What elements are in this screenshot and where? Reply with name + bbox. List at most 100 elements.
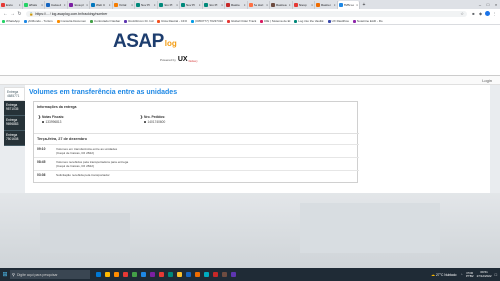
taskbar-app-icon[interactable] xyxy=(94,268,103,281)
taskbar-app-icon[interactable] xyxy=(130,268,139,281)
taskbar-app-icon[interactable] xyxy=(175,268,184,281)
browser-tab[interactable]: Whats × xyxy=(23,1,45,9)
tray-chevron-up-icon[interactable]: ⌃ xyxy=(461,273,464,277)
browser-tab[interactable]: Nov Pl × xyxy=(158,1,180,9)
bookmark-item[interactable]: RodoSCom Dr. Ind xyxy=(124,19,153,23)
browser-tab[interactable]: Nov Pl × xyxy=(135,1,158,9)
tab-close-icon[interactable]: × xyxy=(176,3,178,7)
taskbar-app-icon[interactable] xyxy=(202,268,211,281)
sidebar-delivery-item[interactable]: Entrega 9696883 xyxy=(4,116,25,131)
puzzle-icon[interactable]: ◆ xyxy=(477,11,484,16)
taskbar-app-icon[interactable] xyxy=(229,268,238,281)
tab-close-icon[interactable]: × xyxy=(19,3,21,7)
browser-tab[interactable]: Caixa d × xyxy=(45,1,68,9)
tab-close-icon[interactable]: × xyxy=(154,3,156,7)
taskbar-app-icon[interactable] xyxy=(184,268,193,281)
address-bar[interactable]: 🔒 https://... / log.asaplog.com.br/track… xyxy=(26,10,467,17)
tab-close-icon[interactable]: × xyxy=(199,3,201,7)
taskbar-app-icon[interactable] xyxy=(157,268,166,281)
browser-tab[interactable]: Web C × xyxy=(90,1,113,9)
taskbar-app-icon[interactable] xyxy=(220,268,229,281)
bookmark-item[interactable]: Rota Rastral - CFO xyxy=(157,19,187,23)
system-clock[interactable]: 09:51 27/12/2022 xyxy=(477,270,492,278)
tab-close-icon[interactable]: × xyxy=(41,3,43,7)
bookmark-label: Log into the Vaultik xyxy=(298,19,324,23)
browser-tab[interactable]: Nov Pl × xyxy=(180,1,203,9)
bookmark-item[interactable]: Notetrine EAD - Ro xyxy=(352,19,383,23)
user-bar: Login xyxy=(0,76,500,85)
weather-widget[interactable]: ☁ 27°C Nublado xyxy=(431,272,457,277)
taskbar-search[interactable]: ⚲ Digite aqui para pesquisar xyxy=(10,270,90,279)
tab-close-icon[interactable]: × xyxy=(356,3,358,7)
notas-fiscais-label: Notas Fiscais: xyxy=(41,115,65,119)
browser-tab[interactable]: Nova pl × xyxy=(68,1,90,9)
bookmark-label: Controlador Navbar xyxy=(94,19,121,23)
browser-tab[interactable]: Rastrea × xyxy=(270,1,293,9)
maximize-icon[interactable]: □ xyxy=(484,1,492,9)
sidebar-delivery-item[interactable]: Entrega 7501608 xyxy=(4,131,25,146)
background-shape xyxy=(300,203,440,253)
app-glyph-icon xyxy=(105,272,110,277)
chevron-right-icon[interactable]: ❯ xyxy=(140,115,143,119)
browser-tab[interactable]: Portal × xyxy=(113,1,135,9)
tab-close-icon[interactable]: × xyxy=(334,3,336,7)
profile-avatar[interactable] xyxy=(485,11,490,16)
forward-icon[interactable]: → xyxy=(9,11,16,17)
sidebar-delivery-item[interactable]: Entrega 9571035 xyxy=(4,101,25,116)
extension-icon[interactable]: ■ xyxy=(470,11,477,16)
tab-favicon-icon xyxy=(113,3,118,7)
taskbar-app-icon[interactable] xyxy=(139,268,148,281)
notification-icon[interactable]: □ xyxy=(495,272,497,277)
bookmark-item[interactable]: WhatsApp xyxy=(2,19,20,23)
bookmark-item[interactable]: Log into the Vaultik xyxy=(294,19,324,23)
browser-tab[interactable]: Aliexp × xyxy=(293,1,315,9)
tab-close-icon[interactable]: × xyxy=(244,3,246,7)
tab-close-icon[interactable]: × xyxy=(266,3,268,7)
taskbar-app-icon[interactable] xyxy=(193,268,202,281)
tab-favicon-icon xyxy=(203,3,208,7)
bookmark-item[interactable]: Global Order Track xyxy=(226,19,256,23)
browser-tab[interactable]: TMS Lo × xyxy=(337,1,360,9)
tab-close-icon[interactable]: × xyxy=(64,3,66,7)
tab-label: Nov Pl xyxy=(163,3,173,7)
bookmark-star-icon[interactable]: ☆ xyxy=(460,11,464,16)
sidebar-delivery-item[interactable]: Entrega 4685771 xyxy=(4,87,25,101)
taskbar-app-icon[interactable] xyxy=(112,268,121,281)
bookmark-item[interactable]: DIE | Sistema de El xyxy=(260,19,290,23)
browser-tab[interactable]: As Hori × xyxy=(248,1,270,9)
taskbar-app-icon[interactable] xyxy=(103,268,112,281)
bookmark-item[interactable]: (0050777) 70237310 xyxy=(191,19,223,23)
reload-icon[interactable]: ↻ xyxy=(16,11,23,17)
login-link[interactable]: Login xyxy=(482,78,492,83)
tab-close-icon[interactable]: × xyxy=(311,3,313,7)
minimize-icon[interactable]: – xyxy=(476,1,484,9)
language-indicator[interactable]: POR PTB2 xyxy=(466,271,474,278)
tab-close-icon[interactable]: × xyxy=(109,3,111,7)
menu-kebab-icon[interactable]: ⋮ xyxy=(491,11,498,16)
new-tab-button[interactable]: + xyxy=(360,1,368,9)
browser-tab[interactable]: Nov Pl × xyxy=(203,1,225,9)
taskbar-app-icon[interactable] xyxy=(166,268,175,281)
page-title: Volumes em transferência entre as unidad… xyxy=(29,89,178,96)
browser-tab[interactable]: Rastre × xyxy=(225,1,248,9)
taskbar-app-icon[interactable] xyxy=(211,268,220,281)
tab-close-icon[interactable]: × xyxy=(86,3,88,7)
windows-start-icon[interactable]: ⊞ xyxy=(0,268,10,281)
cloud-sun-icon: ☁ xyxy=(430,272,435,277)
bookmark-item[interactable]: yfcMundo - Turism xyxy=(23,19,53,23)
tab-close-icon[interactable]: × xyxy=(289,3,291,7)
chevron-right-icon[interactable]: ❯ xyxy=(38,115,41,119)
close-window-icon[interactable]: × xyxy=(492,1,500,9)
browser-tab[interactable]: Rastrei × xyxy=(315,1,338,9)
taskbar-app-icon[interactable] xyxy=(148,268,157,281)
tab-close-icon[interactable]: × xyxy=(131,3,133,7)
back-icon[interactable]: ← xyxy=(2,11,9,17)
browser-tab[interactable]: Enco × xyxy=(0,1,23,9)
tab-favicon-icon xyxy=(23,3,28,7)
bookmark-item[interactable]: Consulta Documen xyxy=(56,19,86,23)
tab-close-icon[interactable]: × xyxy=(221,3,223,7)
taskbar-app-icon[interactable] xyxy=(121,268,130,281)
bookmark-item[interactable]: UX Rastilhos xyxy=(327,19,349,23)
bookmark-item[interactable]: Controlador Navbar xyxy=(90,19,120,23)
tab-label: Rastre xyxy=(231,3,240,7)
